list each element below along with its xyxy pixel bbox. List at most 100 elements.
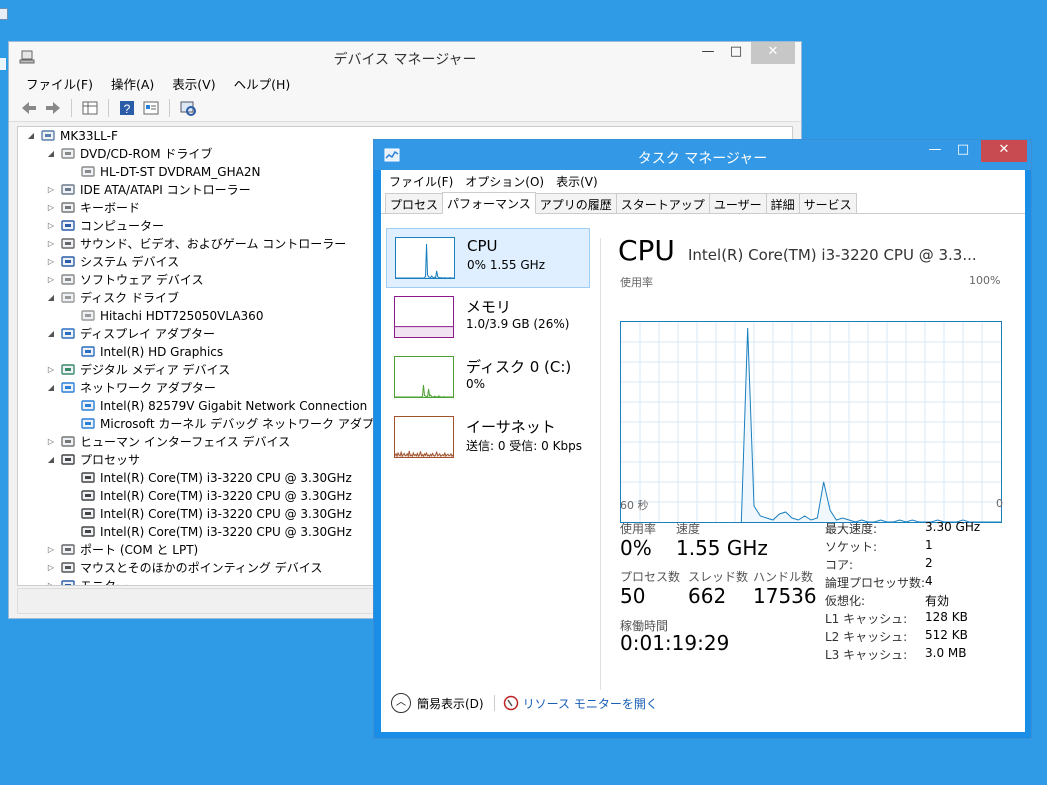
menu-action[interactable]: 操作(A) xyxy=(102,74,163,93)
close-button[interactable]: ✕ xyxy=(751,42,795,64)
tree-item-label: ネットワーク アダプター xyxy=(80,381,216,395)
utilization-value: 0% xyxy=(620,536,652,560)
device-manager-menubar: ファイル(F) 操作(A) 表示(V) ヘルプ(H) xyxy=(9,72,801,94)
collapse-triangle-icon[interactable]: ◢ xyxy=(46,451,56,469)
graph-y-max-label: 100% xyxy=(969,274,1001,287)
tree-item-label: ディスプレイ アダプター xyxy=(80,327,215,341)
maximize-button[interactable]: □ xyxy=(723,42,749,64)
expand-triangle-icon[interactable]: ▷ xyxy=(46,253,56,271)
thumbnail-frame xyxy=(394,416,454,458)
expand-triangle-icon[interactable]: ▷ xyxy=(46,217,56,235)
expand-triangle-icon[interactable]: ▷ xyxy=(46,181,56,199)
expand-triangle-icon[interactable]: ▷ xyxy=(46,199,56,217)
expand-triangle-icon[interactable]: ▷ xyxy=(46,541,56,559)
scan-hardware-icon[interactable] xyxy=(178,98,198,118)
minimize-button[interactable]: — xyxy=(921,140,949,162)
graph-y-label: 使用率 xyxy=(620,276,653,289)
threads-value: 662 xyxy=(688,584,727,608)
speaker-icon xyxy=(60,237,76,251)
task-manager-titlebar[interactable]: タスク マネージャー — □ ✕ xyxy=(374,140,1031,170)
chevron-up-icon[interactable]: ︿ xyxy=(391,693,411,713)
cpu-usage-area xyxy=(741,328,1001,522)
tree-item-label: マウスとそのほかのポインティング デバイス xyxy=(80,561,323,575)
open-resource-monitor-link[interactable]: リソース モニターを開く xyxy=(523,695,658,712)
task-manager-window: タスク マネージャー — □ ✕ ファイル(F) オプション(O) 表示(V) … xyxy=(373,139,1032,739)
menu-view[interactable]: 表示(V) xyxy=(550,173,604,190)
driver-details-icon[interactable] xyxy=(141,98,161,118)
processes-value: 50 xyxy=(620,584,646,608)
tab-details[interactable]: 詳細 xyxy=(765,193,800,213)
menu-file[interactable]: ファイル(F) xyxy=(383,173,459,190)
l2-cache-value: 512 KB xyxy=(925,628,968,642)
resource-summary: 1.0/3.9 GB (26%) xyxy=(466,317,570,331)
media-device-icon xyxy=(60,363,76,377)
thumbnail-frame xyxy=(395,237,455,279)
menu-view[interactable]: 表示(V) xyxy=(163,74,224,93)
cores-value: 2 xyxy=(925,556,933,570)
forward-arrow-icon[interactable] xyxy=(43,98,63,118)
tree-item-label: プロセッサ xyxy=(80,453,141,467)
expand-triangle-icon[interactable]: ▷ xyxy=(46,271,56,289)
desktop-icon-label xyxy=(0,58,6,70)
tree-item-label: Intel(R) Core(TM) i3-3220 CPU @ 3.30GHz xyxy=(100,489,352,503)
tab-services[interactable]: サービス xyxy=(798,193,857,213)
resource-item-disk[interactable]: ディスク 0 (C:) 0% xyxy=(386,348,590,408)
network-adapter-icon xyxy=(60,381,76,395)
collapse-triangle-icon[interactable]: ◢ xyxy=(26,127,36,145)
expand-triangle-icon[interactable]: ▷ xyxy=(46,361,56,379)
minimize-button[interactable]: — xyxy=(695,42,721,64)
close-button[interactable]: ✕ xyxy=(981,140,1027,162)
tab-performance[interactable]: パフォーマンス xyxy=(442,192,536,214)
processor-icon xyxy=(80,471,96,485)
sockets-value: 1 xyxy=(925,538,933,552)
monitor-icon xyxy=(60,255,76,269)
resource-summary: 0% xyxy=(466,377,486,391)
optical-drive-icon xyxy=(80,165,96,179)
cpu-thumbnail-graph xyxy=(395,237,455,279)
resource-item-cpu[interactable]: CPU 0% 1.55 GHz xyxy=(386,228,590,288)
device-manager-titlebar[interactable]: デバイス マネージャー — □ ✕ xyxy=(9,42,801,72)
resource-list: CPU 0% 1.55 GHz メモリ 1.0/3.9 GB (26%) ディス… xyxy=(386,228,590,688)
resource-item-ethernet[interactable]: イーサネット 送信: 0 受信: 0 Kbps xyxy=(386,408,590,468)
help-icon[interactable]: ? xyxy=(117,98,137,118)
utilization-label: 使用率 xyxy=(620,522,657,536)
expand-triangle-icon[interactable]: ▷ xyxy=(46,559,56,577)
mouse-icon xyxy=(60,561,76,575)
collapse-triangle-icon[interactable]: ◢ xyxy=(46,379,56,397)
collapse-triangle-icon[interactable]: ◢ xyxy=(46,289,56,307)
desktop-shortcut-icon xyxy=(0,8,8,20)
menu-help[interactable]: ヘルプ(H) xyxy=(225,74,300,93)
speed-label: 速度 xyxy=(676,522,701,536)
tab-startup[interactable]: スタートアップ xyxy=(615,193,710,213)
expand-triangle-icon[interactable]: ▷ xyxy=(46,577,56,585)
resource-monitor-icon[interactable] xyxy=(503,695,519,711)
tree-item-label: システム デバイス xyxy=(80,255,180,269)
tab-processes[interactable]: プロセス xyxy=(385,193,444,213)
collapse-triangle-icon[interactable]: ◢ xyxy=(46,325,56,343)
l2-cache-label: L2 キャッシュ: xyxy=(825,630,908,644)
tab-users[interactable]: ユーザー xyxy=(708,193,767,213)
tree-item-label: Intel(R) Core(TM) i3-3220 CPU @ 3.30GHz xyxy=(100,507,352,521)
ide-controller-icon xyxy=(60,183,76,197)
l3-cache-value: 3.0 MB xyxy=(925,646,967,660)
uptime-value: 0:01:19:29 xyxy=(620,631,730,655)
network-adapter-icon xyxy=(80,417,96,431)
menu-options[interactable]: オプション(O) xyxy=(459,173,550,190)
panel-divider xyxy=(600,238,601,690)
properties-grid-icon[interactable] xyxy=(80,98,100,118)
maximize-button[interactable]: □ xyxy=(949,140,977,162)
tab-app-history[interactable]: アプリの履歴 xyxy=(534,193,617,213)
graph-x-right-label: 0 xyxy=(996,497,1003,510)
collapse-triangle-icon[interactable]: ◢ xyxy=(46,145,56,163)
resource-item-memory[interactable]: メモリ 1.0/3.9 GB (26%) xyxy=(386,288,590,348)
expand-triangle-icon[interactable]: ▷ xyxy=(46,433,56,451)
computer-icon xyxy=(40,129,56,143)
back-arrow-icon[interactable] xyxy=(19,98,39,118)
menu-file[interactable]: ファイル(F) xyxy=(17,74,102,93)
memory-thumbnail-graph xyxy=(394,296,454,338)
port-icon xyxy=(60,543,76,557)
detail-heading: CPU xyxy=(618,234,675,267)
svg-text:?: ? xyxy=(124,102,131,116)
expand-triangle-icon[interactable]: ▷ xyxy=(46,235,56,253)
fewer-details-button[interactable]: 簡易表示(D) xyxy=(417,695,484,712)
